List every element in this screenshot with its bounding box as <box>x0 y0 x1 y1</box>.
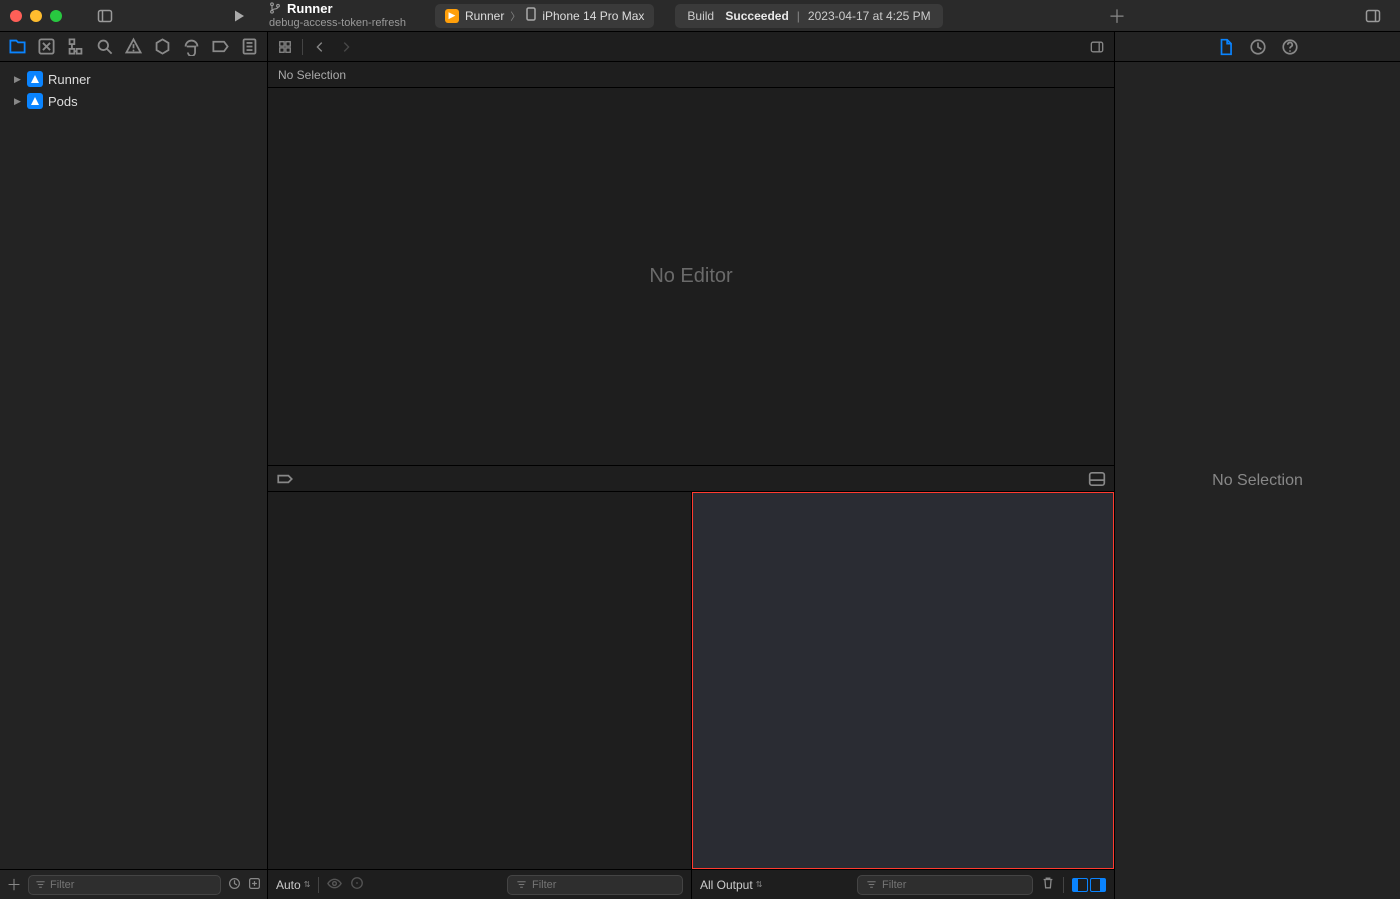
debug-area <box>268 492 1114 869</box>
device-name-label: iPhone 14 Pro Max <box>542 9 644 23</box>
disclosure-triangle-icon[interactable]: ▶ <box>14 74 22 85</box>
navigator-tab-bar <box>0 32 267 62</box>
build-time-label: 2023-04-17 at 4:25 PM <box>808 9 931 23</box>
console-filter-input[interactable] <box>882 879 1024 891</box>
console-output-selector[interactable]: All Output ⇅ <box>700 878 762 892</box>
breakpoints-toggle-button[interactable] <box>276 470 294 488</box>
activity-status[interactable]: Build Succeeded | 2023-04-17 at 4:25 PM <box>675 4 942 28</box>
debug-footer: Auto ⇅ All Output ⇅ <box>268 869 1114 899</box>
variables-scope-label: Auto <box>276 878 301 892</box>
quicklook-button[interactable] <box>327 876 342 894</box>
help-inspector-tab[interactable] <box>1281 38 1299 56</box>
project-tree: ▶ Runner ▶ Pods <box>0 62 267 869</box>
device-icon <box>526 7 536 24</box>
jump-bar <box>268 32 1114 62</box>
run-button[interactable] <box>226 4 252 28</box>
build-label: Build <box>687 9 714 23</box>
titlebar: Runner debug-access-token-refresh ▶ Runn… <box>0 0 1400 32</box>
xcode-project-icon <box>27 71 43 87</box>
editor-options-button[interactable] <box>1088 38 1106 56</box>
inspector-tab-bar <box>1115 32 1400 62</box>
find-navigator-tab[interactable] <box>95 36 114 58</box>
window-controls <box>10 10 62 22</box>
source-control-navigator-tab[interactable] <box>37 36 56 58</box>
scheme-app-icon: ▶ <box>445 9 459 23</box>
status-divider: | <box>797 9 800 23</box>
console-output-label: All Output <box>700 878 753 892</box>
tree-item-label: Pods <box>48 94 78 109</box>
no-editor-label: No Editor <box>649 265 732 288</box>
related-items-button[interactable] <box>276 38 294 56</box>
file-inspector-tab[interactable] <box>1217 38 1235 56</box>
navigator-filter-input[interactable] <box>50 879 214 891</box>
zoom-window-button[interactable] <box>50 10 62 22</box>
debug-pane-toggles <box>1072 878 1106 892</box>
variables-filter-field[interactable] <box>507 875 683 895</box>
variables-scope-selector[interactable]: Auto ⇅ <box>276 878 310 892</box>
nav-forward-button[interactable] <box>337 38 355 56</box>
add-editor-button[interactable]: ＋ <box>1108 3 1126 29</box>
project-navigator-tab[interactable] <box>8 36 27 58</box>
toggle-debug-area-button[interactable] <box>1088 470 1106 488</box>
scm-filter-button[interactable] <box>247 877 261 893</box>
nav-back-button[interactable] <box>311 38 329 56</box>
tree-item-pods[interactable]: ▶ Pods <box>0 90 267 112</box>
editor-area: No Selection No Editor Auto <box>268 32 1114 899</box>
console-highlight-outline <box>692 492 1114 869</box>
tree-item-runner[interactable]: ▶ Runner <box>0 68 267 90</box>
breakpoint-navigator-tab[interactable] <box>211 36 230 58</box>
recent-files-button[interactable] <box>227 877 241 893</box>
navigator-footer: ＋ <box>0 869 267 899</box>
add-file-button[interactable]: ＋ <box>6 874 22 895</box>
variables-filter-input[interactable] <box>532 879 674 891</box>
console-pane[interactable] <box>692 492 1114 869</box>
variables-pane[interactable] <box>268 492 692 869</box>
toggle-inspector-button[interactable] <box>1360 4 1386 28</box>
build-status-label: Succeeded <box>725 9 788 23</box>
branch-icon <box>269 2 281 17</box>
navigator-filter-field[interactable] <box>28 875 221 895</box>
debug-navigator-tab[interactable] <box>182 36 201 58</box>
tree-item-label: Runner <box>48 72 91 87</box>
chevron-updown-icon: ⇅ <box>304 880 311 889</box>
inspector-no-selection-label: No Selection <box>1212 472 1303 490</box>
chevron-right-icon: 〉 <box>510 8 520 23</box>
issue-navigator-tab[interactable] <box>124 36 143 58</box>
inspector-panel: No Selection <box>1114 32 1400 899</box>
show-console-pane-button[interactable] <box>1090 878 1106 892</box>
minimize-window-button[interactable] <box>30 10 42 22</box>
test-navigator-tab[interactable] <box>153 36 172 58</box>
report-navigator-tab[interactable] <box>240 36 259 58</box>
path-bar: No Selection <box>268 62 1114 88</box>
debug-toolbar <box>268 466 1114 492</box>
history-inspector-tab[interactable] <box>1249 38 1267 56</box>
project-title-block: Runner debug-access-token-refresh <box>269 2 406 29</box>
clear-console-button[interactable] <box>1041 876 1055 893</box>
print-description-button[interactable] <box>350 876 364 893</box>
no-selection-label: No Selection <box>278 68 346 82</box>
close-window-button[interactable] <box>10 10 22 22</box>
symbol-navigator-tab[interactable] <box>66 36 85 58</box>
scheme-name-label: Runner <box>465 9 504 23</box>
project-name-label: Runner <box>287 2 333 16</box>
disclosure-triangle-icon[interactable]: ▶ <box>14 96 22 107</box>
branch-name-label: debug-access-token-refresh <box>269 17 406 29</box>
show-variables-pane-button[interactable] <box>1072 878 1088 892</box>
console-filter-field[interactable] <box>857 875 1033 895</box>
xcode-project-icon <box>27 93 43 109</box>
inspector-body: No Selection <box>1115 62 1400 899</box>
navigator-panel: ▶ Runner ▶ Pods ＋ <box>0 32 268 899</box>
scheme-selector[interactable]: ▶ Runner 〉 iPhone 14 Pro Max <box>435 4 654 28</box>
chevron-updown-icon: ⇅ <box>756 880 763 889</box>
editor-placeholder: No Editor <box>268 88 1114 466</box>
toggle-navigator-button[interactable] <box>92 4 118 28</box>
